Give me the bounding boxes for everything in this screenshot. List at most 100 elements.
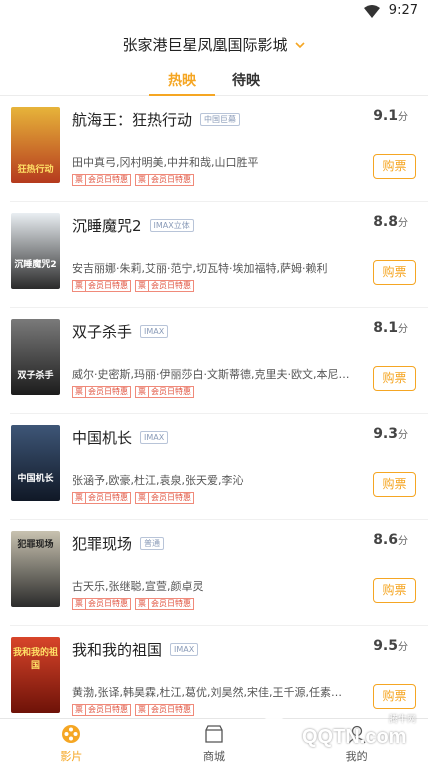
promo-tag: 票会员日特惠	[135, 598, 194, 610]
movie-title: 我和我的祖国	[72, 641, 163, 659]
movie-item[interactable]: 双子杀手 双子杀手 IMAX 8.1分 威尔·史密斯,玛丽·伊丽莎白·文斯蒂德,克…	[10, 308, 428, 414]
buy-ticket-button[interactable]: 购票	[373, 260, 416, 285]
tag-label: 会员日特惠	[151, 281, 191, 290]
buy-ticket-button[interactable]: 购票	[373, 366, 416, 391]
movie-cast: 田中真弓,冈村明美,中井和哉,山口胜平	[72, 156, 259, 169]
promo-tags: 票会员日特惠 票会员日特惠	[72, 386, 194, 398]
promo-tag: 票会员日特惠	[72, 704, 131, 716]
movie-cast: 威尔·史密斯,玛丽·伊丽莎白·文斯蒂德,克里夫·欧文,本尼迪克特·王	[72, 368, 352, 381]
promo-tags: 票会员日特惠 票会员日特惠	[72, 174, 194, 186]
format-badge: IMAX	[170, 643, 199, 656]
buy-ticket-button[interactable]: 购票	[373, 684, 416, 709]
movie-cast: 张涵予,欧豪,杜江,袁泉,张天爱,李沁	[72, 474, 244, 487]
watermark-sub: 腾牛网	[388, 715, 416, 725]
movie-score: 9.5分	[373, 638, 408, 654]
tag-label: 会员日特惠	[151, 175, 191, 184]
tab-now-showing[interactable]: 热映	[149, 62, 215, 96]
format-badge: IMAX立体	[149, 219, 194, 232]
movie-item[interactable]: 我和我的祖国 我和我的祖国 IMAX 9.5分 黄渤,张译,韩昊霖,杜江,葛优,刘…	[10, 626, 428, 718]
tag-ticket: 票	[136, 281, 149, 291]
cinema-selector[interactable]: 张家港巨星凤凰国际影城	[122, 34, 305, 55]
score-unit: 分	[398, 112, 408, 123]
movie-poster[interactable]: 双子杀手	[11, 319, 60, 395]
header: 张家港巨星凤凰国际影城	[0, 24, 428, 64]
score-unit: 分	[398, 430, 408, 441]
tabbar-item-films[interactable]: 影片	[0, 719, 143, 762]
score-unit: 分	[398, 536, 408, 547]
tag-ticket: 票	[73, 599, 86, 609]
tag-label: 会员日特惠	[88, 705, 128, 714]
score-value: 8.8	[373, 214, 398, 230]
tab-coming-soon[interactable]: 待映	[229, 62, 263, 95]
movie-poster[interactable]: 狂热行动	[11, 107, 60, 183]
movie-title: 犯罪现场	[72, 535, 133, 553]
movie-score: 8.8分	[373, 214, 408, 230]
poster-caption: 我和我的祖国	[12, 648, 58, 671]
score-unit: 分	[398, 218, 408, 229]
buy-ticket-button[interactable]: 购票	[373, 472, 416, 497]
tag-ticket: 票	[136, 387, 149, 397]
tag-label: 会员日特惠	[151, 387, 191, 396]
movie-poster[interactable]: 沉睡魔咒2	[11, 213, 60, 289]
poster-caption: 双子杀手	[17, 371, 54, 381]
movie-item[interactable]: 中国机长 中国机长 IMAX 9.3分 张涵予,欧豪,杜江,袁泉,张天爱,李沁 票…	[10, 414, 428, 520]
movie-poster[interactable]: 我和我的祖国	[11, 637, 60, 713]
movie-title: 航海王：狂热行动	[72, 111, 193, 129]
movie-cast: 安吉丽娜·朱莉,艾丽·范宁,切瓦特·埃加福特,萨姆·赖利	[72, 262, 328, 275]
watermark-logo: QQTN.com 腾牛网	[252, 712, 422, 758]
format-badge: IMAX	[140, 325, 169, 338]
tabbar-label: 影片	[60, 750, 83, 762]
promo-tags: 票会员日特惠 票会员日特惠	[72, 598, 194, 610]
tag-ticket: 票	[136, 599, 149, 609]
movie-score: 8.1分	[373, 320, 408, 336]
wifi-icon	[364, 5, 380, 18]
tag-ticket: 票	[136, 493, 149, 503]
buy-ticket-button[interactable]: 购票	[373, 154, 416, 179]
movie-poster[interactable]: 犯罪现场	[11, 531, 60, 607]
tag-label: 会员日特惠	[88, 493, 128, 502]
promo-tags: 票会员日特惠 票会员日特惠	[72, 704, 194, 716]
movie-title: 沉睡魔咒2	[72, 217, 142, 235]
tag-ticket: 票	[136, 175, 149, 185]
movie-score: 8.6分	[373, 532, 408, 548]
tag-label: 会员日特惠	[151, 705, 191, 714]
movie-item[interactable]: 犯罪现场 犯罪现场 普通 8.6分 古天乐,张继聪,宣萱,颜卓灵 票会员日特惠 票…	[10, 520, 428, 626]
promo-tag: 票会员日特惠	[72, 598, 131, 610]
movie-cast: 黄渤,张译,韩昊霖,杜江,葛优,刘昊然,宋佳,王千源,任素汐,吴京,朱一龙	[72, 686, 352, 699]
tag-ticket: 票	[73, 493, 86, 503]
format-badge: 普通	[140, 537, 165, 550]
tag-ticket: 票	[73, 175, 86, 185]
score-value: 9.5	[373, 638, 398, 654]
promo-tag: 票会员日特惠	[72, 492, 131, 504]
chevron-down-icon	[294, 41, 305, 48]
promo-tag: 票会员日特惠	[135, 386, 194, 398]
status-bar: 9:27	[0, 0, 428, 24]
movie-list[interactable]: 狂热行动 航海王：狂热行动 中国巨幕 9.1分 田中真弓,冈村明美,中井和哉,山口…	[0, 96, 428, 718]
format-badge: 中国巨幕	[200, 113, 241, 126]
movie-poster[interactable]: 中国机长	[11, 425, 60, 501]
score-value: 9.3	[373, 426, 398, 442]
score-value: 8.1	[373, 320, 398, 336]
tag-label: 会员日特惠	[151, 599, 191, 608]
shop-icon	[205, 725, 223, 743]
score-value: 8.6	[373, 532, 398, 548]
tag-label: 会员日特惠	[88, 599, 128, 608]
poster-caption: 沉睡魔咒2	[14, 260, 57, 270]
tag-ticket: 票	[73, 281, 86, 291]
movie-score: 9.1分	[373, 108, 408, 124]
status-time: 9:27	[388, 3, 418, 18]
movie-cast: 古天乐,张继聪,宣萱,颜卓灵	[72, 580, 204, 593]
promo-tag: 票会员日特惠	[72, 174, 131, 186]
movie-score: 9.3分	[373, 426, 408, 442]
promo-tag: 票会员日特惠	[72, 386, 131, 398]
movie-title: 双子杀手	[72, 323, 133, 341]
poster-caption: 犯罪现场	[17, 540, 54, 550]
score-unit: 分	[398, 642, 408, 653]
movie-item[interactable]: 沉睡魔咒2 沉睡魔咒2 IMAX立体 8.8分 安吉丽娜·朱莉,艾丽·范宁,切瓦特…	[10, 202, 428, 308]
movie-item[interactable]: 狂热行动 航海王：狂热行动 中国巨幕 9.1分 田中真弓,冈村明美,中井和哉,山口…	[10, 96, 428, 202]
tag-ticket: 票	[73, 705, 86, 715]
promo-tag: 票会员日特惠	[135, 704, 194, 716]
promo-tags: 票会员日特惠 票会员日特惠	[72, 492, 194, 504]
buy-ticket-button[interactable]: 购票	[373, 578, 416, 603]
tag-label: 会员日特惠	[151, 493, 191, 502]
